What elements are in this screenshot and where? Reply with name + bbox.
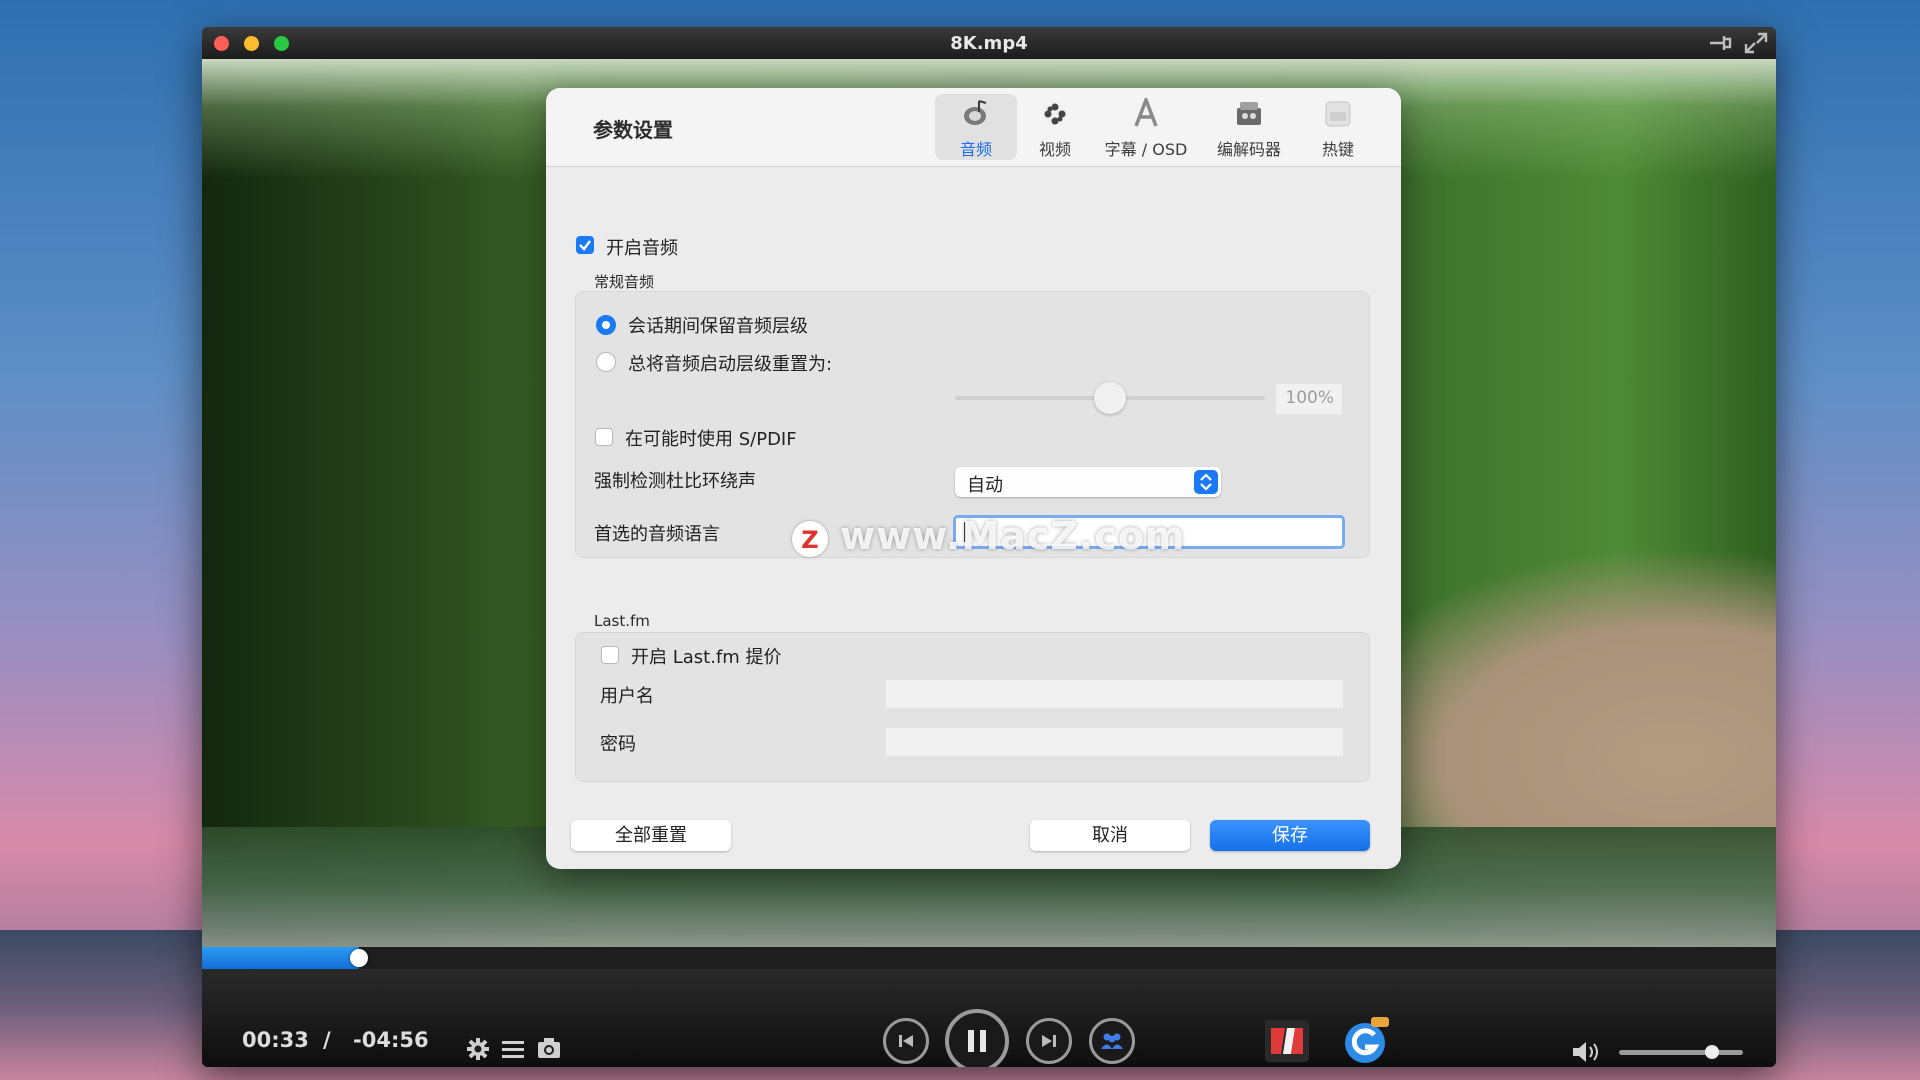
- reset-all-button[interactable]: 全部重置: [571, 820, 731, 851]
- pause-icon: [968, 1030, 986, 1052]
- share-people-button[interactable]: [1089, 1018, 1135, 1064]
- tab-subtitle-osd[interactable]: 字幕 / OSD: [1099, 94, 1193, 160]
- progress-knob[interactable]: [350, 949, 369, 967]
- playlist-icon[interactable]: [502, 1039, 524, 1059]
- next-button[interactable]: [1026, 1018, 1072, 1064]
- g-app-icon[interactable]: [1341, 1017, 1389, 1065]
- skip-forward-icon: [1042, 1035, 1056, 1047]
- updown-arrows-icon: [1194, 470, 1218, 494]
- enable-audio-checkbox[interactable]: [576, 236, 594, 254]
- progress-fill: [202, 947, 360, 969]
- title-bar: 8K.mp4: [202, 27, 1776, 59]
- tab-hotkeys-label: 热键: [1321, 140, 1354, 159]
- pause-button[interactable]: [945, 1009, 1009, 1067]
- language-label: 首选的音频语言: [594, 524, 720, 545]
- keyboard-icon: [1325, 101, 1351, 127]
- remaining-time[interactable]: -04:56: [353, 1028, 429, 1052]
- dolby-label: 强制检测杜比环绕声: [594, 471, 756, 492]
- cancel-button[interactable]: 取消: [1030, 820, 1190, 851]
- username-input[interactable]: [885, 679, 1344, 709]
- general-audio-section-label: 常规音频: [594, 273, 655, 291]
- volume-icon[interactable]: [1571, 1040, 1603, 1064]
- lastfm-enable-label: 开启 Last.fm 提价: [631, 647, 782, 668]
- watermark-logo-letter: Z: [801, 526, 818, 554]
- tab-video[interactable]: 视频: [1020, 94, 1090, 160]
- time-separator: /: [323, 1028, 331, 1052]
- fullscreen-icon[interactable]: [1744, 32, 1768, 54]
- spdif-label: 在可能时使用 S/PDIF: [625, 429, 797, 450]
- tab-hotkeys[interactable]: 热键: [1307, 94, 1369, 160]
- previous-button[interactable]: [883, 1018, 929, 1064]
- reset-level-label: 总将音频启动层级重置为:: [628, 354, 833, 375]
- password-input[interactable]: [885, 727, 1344, 757]
- dialog-title: 参数设置: [593, 118, 673, 142]
- audio-speaker-icon: [964, 100, 987, 125]
- camera-icon[interactable]: [537, 1037, 561, 1059]
- preferences-dialog: 参数设置 音频 视频 字幕 / OSD 编解码器 热键 开启音频 常规音频 会话…: [546, 88, 1401, 869]
- tab-codec[interactable]: 编解码器: [1203, 94, 1295, 160]
- enable-audio-label: 开启音频: [606, 238, 678, 259]
- parallels-icon[interactable]: [1265, 1020, 1309, 1062]
- elapsed-time: 00:33: [242, 1028, 309, 1052]
- username-label: 用户名: [600, 686, 654, 707]
- watermark-logo: Z: [792, 521, 828, 557]
- checkmark-icon: [579, 240, 591, 251]
- reset-level-radio[interactable]: [596, 352, 616, 372]
- lastfm-enable-checkbox[interactable]: [601, 646, 619, 664]
- window-title: 8K.mp4: [950, 33, 1028, 54]
- dialog-header: 参数设置 音频 视频 字幕 / OSD 编解码器 热键: [546, 88, 1401, 167]
- progress-bar[interactable]: [202, 947, 1776, 969]
- tab-video-label: 视频: [1038, 140, 1071, 159]
- save-button[interactable]: 保存: [1210, 820, 1370, 851]
- tab-subtitle-label: 字幕 / OSD: [1104, 140, 1188, 159]
- subtitle-letter-icon: [1134, 98, 1158, 127]
- pin-icon[interactable]: [1708, 32, 1732, 54]
- tab-audio[interactable]: 音频: [935, 94, 1017, 160]
- lastfm-section-label: Last.fm: [594, 612, 650, 630]
- audio-level-knob[interactable]: [1094, 382, 1126, 414]
- codec-box-icon: [1237, 102, 1261, 125]
- tab-codec-label: 编解码器: [1216, 140, 1281, 159]
- dolby-select[interactable]: 自动: [955, 467, 1221, 497]
- dolby-select-value: 自动: [967, 475, 1003, 496]
- volume-knob[interactable]: [1705, 1045, 1719, 1059]
- watermark-text: www.MacZ.com: [840, 514, 1186, 558]
- password-label: 密码: [600, 734, 636, 755]
- gear-icon[interactable]: [466, 1037, 490, 1061]
- keep-level-label: 会话期间保留音频层级: [628, 316, 808, 337]
- tab-audio-label: 音频: [959, 140, 992, 159]
- skip-back-icon: [899, 1035, 913, 1047]
- people-icon: [1101, 1033, 1123, 1049]
- volume-slider[interactable]: [1619, 1045, 1743, 1059]
- audio-level-value: 100%: [1276, 384, 1342, 414]
- film-reel-icon: [1043, 102, 1067, 126]
- control-bar: 00:33 / -04:56: [202, 969, 1776, 1067]
- keep-level-radio[interactable]: [596, 315, 616, 335]
- spdif-checkbox[interactable]: [595, 428, 613, 446]
